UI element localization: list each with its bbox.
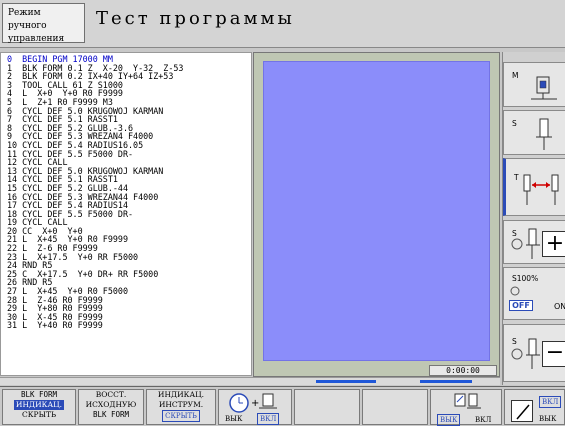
vyk-label: ВЫК: [225, 415, 243, 423]
tool-length-icon: [523, 174, 559, 205]
mode-label-line1: Режим ручного: [8, 8, 47, 31]
spindle-override-plus-softkey[interactable]: S +: [503, 220, 565, 264]
program-listing[interactable]: 0 BEGIN PGM 17000 MM 1 BLK FORM 0.1 Z X-2…: [0, 52, 252, 376]
clock-tool-softkey[interactable]: + ВЫК ВКЛ: [218, 389, 292, 425]
status-bar: [0, 377, 500, 385]
m-label: M: [512, 71, 519, 80]
spindle-override-100-softkey[interactable]: S100% OFF ON: [503, 267, 565, 320]
skryt2-label: СКРЫТЬ: [162, 410, 200, 422]
indikac-label: ИНДИКАЦ.: [13, 400, 65, 410]
spindle-icon: [531, 76, 557, 100]
ishodnuyu-label: ИСХОДНУЮ: [85, 400, 137, 409]
vkl-label: ВКЛ: [257, 413, 280, 425]
s100-label: S100%: [512, 274, 539, 283]
empty-softkey-1[interactable]: [294, 389, 360, 425]
empty-softkey-2[interactable]: [362, 389, 428, 425]
show-tool-softkey[interactable]: ИНДИКАЦ. ИНСТРУМ. СКРЫТЬ: [146, 389, 216, 425]
minus-icon: −: [542, 341, 565, 367]
status-progress-segment: [420, 380, 472, 383]
rotation-icon: [511, 348, 523, 360]
vyk2-label: ВЫК: [437, 414, 461, 426]
workpiece-view: [263, 61, 490, 361]
simulation-graphics: 0:00:00: [253, 52, 500, 377]
on-label: ON: [554, 302, 565, 311]
skryt-label: СКРЫТЬ: [21, 410, 57, 419]
status-progress-segment: [316, 380, 376, 383]
spindle-small-icon: [526, 338, 540, 369]
mode-label-line2: управления: [8, 34, 65, 44]
s-minus-label: S: [512, 337, 517, 346]
t-tool-softkey[interactable]: T: [503, 158, 565, 216]
slash-icon: [511, 400, 533, 422]
program-line[interactable]: 31 L Y+40 R0 F9999: [7, 321, 251, 330]
page-title: Тест программы: [96, 8, 295, 29]
s-function-softkey[interactable]: S: [503, 110, 565, 155]
vosst-label: ВОССТ.: [95, 390, 127, 399]
header: Режим ручного управления Тест программы: [0, 0, 565, 48]
rotation-small-icon: [510, 286, 520, 296]
right-softkey-bar: M S T S + S100% OFF ON S −: [502, 52, 565, 385]
toggle-softkey[interactable]: ВКЛ ВЫК: [504, 389, 565, 425]
m-function-softkey[interactable]: M: [503, 62, 565, 107]
plus-icon: +: [542, 231, 565, 257]
s-label: S: [512, 119, 517, 128]
off-toggle[interactable]: OFF: [509, 300, 533, 311]
instrum-label: ИНСТРУМ.: [158, 400, 204, 409]
spindle-override-minus-softkey[interactable]: S −: [503, 324, 565, 382]
spindle-small-icon: [526, 228, 540, 259]
machining-time: 0:00:00: [429, 365, 497, 376]
indikac2-label: ИНДИКАЦ.: [157, 390, 205, 399]
clock-icon: +: [229, 393, 277, 413]
operating-mode-button[interactable]: Режим ручного управления: [2, 3, 85, 44]
tool-edit-icon: [454, 393, 481, 409]
svg-text:+: +: [251, 398, 259, 409]
blk-form-hide-softkey[interactable]: BLK FORM ИНДИКАЦ. СКРЫТЬ: [2, 389, 76, 425]
rotation-icon: [511, 238, 523, 250]
blk-form2-label: BLK FORM: [92, 410, 130, 419]
tool-spindle-icon: [536, 118, 552, 150]
bottom-softkey-bar: BLK FORM ИНДИКАЦ. СКРЫТЬ ВОССТ. ИСХОДНУЮ…: [0, 386, 565, 426]
vkl3-label: ВКЛ: [539, 396, 562, 408]
tool-edit-softkey[interactable]: ВЫК ВКЛ: [430, 389, 502, 426]
blk-form-label: BLK FORM: [20, 390, 58, 399]
vyk3-label: ВЫК: [539, 415, 557, 423]
restore-blk-form-softkey[interactable]: ВОССТ. ИСХОДНУЮ BLK FORM: [78, 389, 144, 425]
